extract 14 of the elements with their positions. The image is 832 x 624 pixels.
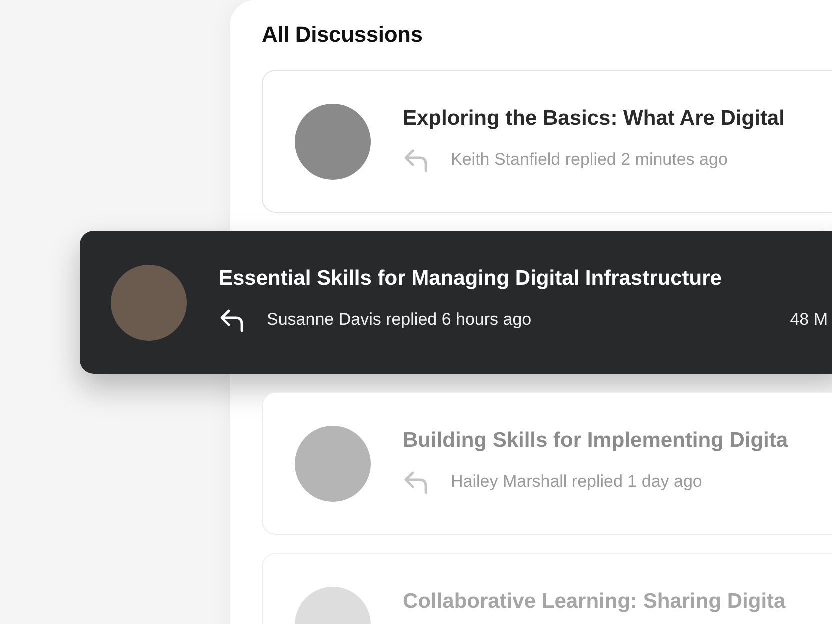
reply-arrow-icon <box>403 469 429 495</box>
reply-activity-text: Hailey Marshall replied 1 day ago <box>451 472 702 492</box>
reply-activity-text: Keith Stanfield replied 2 minutes ago <box>451 150 728 170</box>
reply-activity-text: Susanne Davis replied 6 hours ago <box>267 310 532 330</box>
reply-arrow-icon <box>403 147 429 173</box>
discussion-card[interactable]: Essential Skills for Managing Digital Infrastructure Susanne Davis replied 6 hours ago 48 M <box>80 231 832 374</box>
discussion-title: Essential Skills for Managing Digital Infrastructure <box>219 267 723 291</box>
section-heading: All Discussions <box>262 22 423 48</box>
discussion-title: Exploring the Basics: What Are Digital <box>403 107 786 131</box>
discussion-card[interactable]: Exploring the Basics: What Are Digital Keith Stanfield replied 2 minutes ago <box>262 70 832 213</box>
discussion-title: Building Skills for Implementing Digita <box>403 429 790 453</box>
message-count: 48 M <box>790 310 828 330</box>
reply-arrow-icon <box>219 307 245 333</box>
discussion-title: Collaborative Learning: Sharing Digita <box>403 590 787 614</box>
